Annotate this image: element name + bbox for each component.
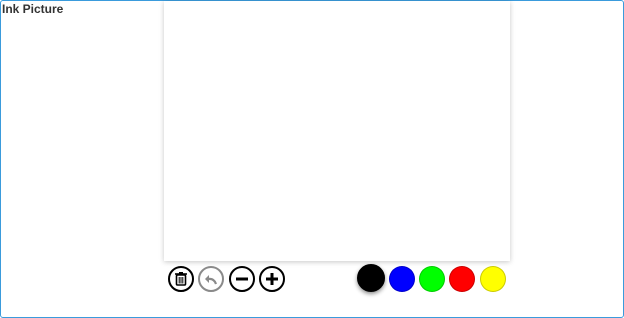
color-swatch-black[interactable]	[357, 264, 385, 292]
color-swatch-red[interactable]	[449, 266, 475, 292]
delete-button[interactable]	[168, 266, 194, 292]
control-title: Ink Picture	[2, 2, 64, 16]
thinner-button[interactable]	[229, 266, 255, 292]
undo-button[interactable]	[198, 266, 224, 292]
plus-icon	[266, 273, 278, 285]
color-swatch-yellow[interactable]	[480, 266, 506, 292]
trash-icon	[175, 272, 187, 286]
undo-arrow-icon	[205, 275, 218, 285]
thicker-button[interactable]	[259, 266, 285, 292]
color-swatch-green[interactable]	[419, 266, 445, 292]
color-swatch-blue[interactable]	[389, 266, 415, 292]
ink-canvas[interactable]	[164, 1, 510, 261]
ink-picture-control: Ink Picture	[0, 0, 624, 318]
minus-icon	[236, 277, 248, 281]
